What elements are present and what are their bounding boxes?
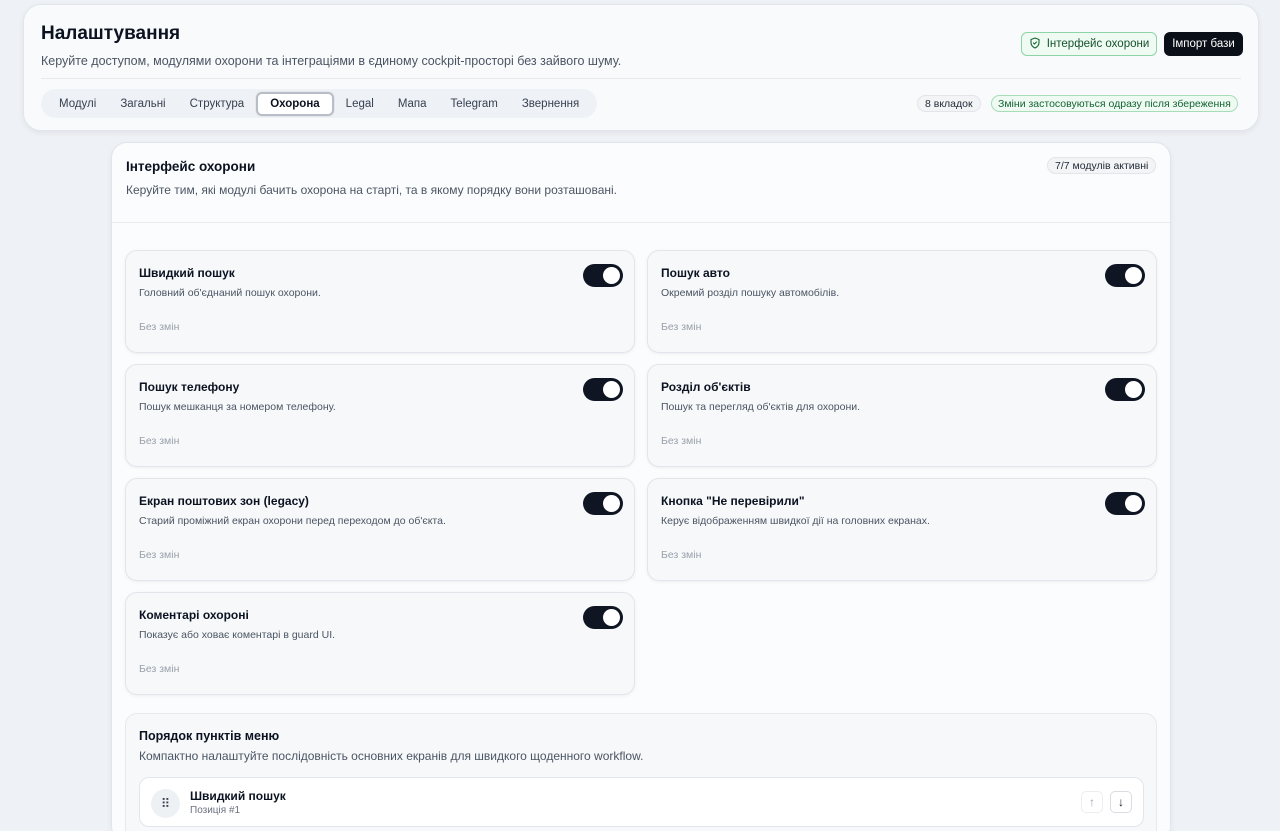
module-card-guard-comments: Коментарі охороні Показує або ховає коме…: [125, 592, 635, 695]
section-divider: [112, 222, 1170, 223]
module-title: Швидкий пошук: [139, 266, 235, 280]
module-status: Без змін: [139, 321, 180, 333]
module-description: Окремий розділ пошуку автомобілів.: [661, 287, 840, 299]
guard-interface-label: Інтерфейс охорони: [1046, 38, 1150, 50]
module-title: Пошук телефону: [139, 380, 240, 394]
menu-item-title: Швидкий пошук: [190, 789, 286, 803]
module-toggle[interactable]: [583, 606, 623, 629]
module-toggle[interactable]: [583, 378, 623, 401]
module-card-objects: Розділ об'єктів Пошук та перегляд об'єкт…: [647, 364, 1157, 467]
module-card-not-checked: Кнопка "Не перевірили" Керує відображенн…: [647, 478, 1157, 581]
guard-interface-button[interactable]: Інтерфейс охорони: [1021, 32, 1157, 56]
apply-note-badge: Зміни застосовуються одразу після збереж…: [991, 95, 1238, 112]
module-status: Без змін: [661, 435, 702, 447]
guard-interface-section: Інтерфейс охорони Керуйте тим, які модул…: [111, 142, 1171, 831]
move-up-button[interactable]: ↑: [1081, 791, 1103, 813]
module-card-postal-zones: Екран поштових зон (legacy) Старий промі…: [125, 478, 635, 581]
module-title: Коментарі охороні: [139, 608, 249, 622]
tab-guard[interactable]: Охорона: [256, 91, 334, 116]
toggle-knob: [1125, 381, 1142, 398]
page-subtitle: Керуйте доступом, модулями охорони та ін…: [41, 54, 622, 68]
tab-legal[interactable]: Legal: [334, 92, 386, 116]
shield-check-icon: [1029, 36, 1041, 52]
tab-requests[interactable]: Звернення: [510, 92, 591, 116]
module-status: Без змін: [139, 663, 180, 675]
toggle-knob: [1125, 267, 1142, 284]
module-title: Кнопка "Не перевірили": [661, 494, 805, 508]
module-toggle[interactable]: [1105, 378, 1145, 401]
toggle-knob: [603, 609, 620, 626]
module-description: Старий проміжний екран охорони перед пер…: [139, 515, 446, 527]
module-card-quick-search: Швидкий пошук Головний об'єднаний пошук …: [125, 250, 635, 353]
menu-item-position: Позиція #1: [190, 805, 241, 816]
tab-modules[interactable]: Модулі: [47, 92, 108, 116]
settings-tabs: Модулі Загальні Структура Охорона Legal …: [41, 89, 598, 118]
module-status: Без змін: [661, 321, 702, 333]
toggle-knob: [603, 381, 620, 398]
module-title: Екран поштових зон (legacy): [139, 494, 309, 508]
toggle-knob: [603, 267, 620, 284]
module-toggle[interactable]: [583, 264, 623, 287]
import-base-button[interactable]: Імпорт бази: [1164, 32, 1243, 56]
section-description: Керуйте тим, які модулі бачить охорона н…: [126, 183, 618, 197]
active-modules-badge: 7/7 модулів активні: [1047, 157, 1157, 174]
section-title: Інтерфейс охорони: [126, 159, 256, 174]
module-card-phone-search: Пошук телефону Пошук мешканця за номером…: [125, 364, 635, 467]
module-title: Пошук авто: [661, 266, 730, 280]
page-title: Налаштування: [41, 23, 181, 44]
module-toggle[interactable]: [1105, 264, 1145, 287]
module-toggle[interactable]: [1105, 492, 1145, 515]
toggle-knob: [1125, 495, 1142, 512]
tabs-count-badge: 8 вкладок: [917, 95, 981, 112]
module-description: Пошук мешканця за номером телефону.: [139, 401, 336, 413]
arrow-up-icon: ↑: [1089, 795, 1095, 809]
module-status: Без змін: [661, 549, 702, 561]
menu-order-section: Порядок пунктів меню Компактно налаштуйт…: [125, 713, 1157, 831]
tab-telegram[interactable]: Telegram: [439, 92, 510, 116]
menu-order-title: Порядок пунктів меню: [139, 729, 280, 743]
module-description: Пошук та перегляд об'єктів для охорони.: [661, 401, 861, 413]
tab-map[interactable]: Мапа: [386, 92, 439, 116]
module-title: Розділ об'єктів: [661, 380, 751, 394]
tab-general[interactable]: Загальні: [108, 92, 177, 116]
settings-header: Налаштування Керуйте доступом, модулями …: [23, 4, 1259, 131]
header-divider: [41, 78, 1241, 79]
module-description: Показує або ховає коментарі в guard UI.: [139, 629, 336, 641]
toggle-knob: [603, 495, 620, 512]
module-description: Керує відображенням швидкої дії на голов…: [661, 515, 930, 527]
menu-order-description: Компактно налаштуйте послідовність основ…: [139, 749, 644, 763]
menu-order-item: ⠿ Швидкий пошук Позиція #1 ↑ ↓: [139, 777, 1144, 827]
module-card-car-search: Пошук авто Окремий розділ пошуку автомоб…: [647, 250, 1157, 353]
module-toggle[interactable]: [583, 492, 623, 515]
module-status: Без змін: [139, 549, 180, 561]
drag-handle-icon[interactable]: ⠿: [151, 789, 180, 818]
module-status: Без змін: [139, 435, 180, 447]
tab-structure[interactable]: Структура: [178, 92, 257, 116]
module-description: Головний об'єднаний пошук охорони.: [139, 287, 321, 299]
arrow-down-icon: ↓: [1118, 795, 1124, 809]
move-down-button[interactable]: ↓: [1110, 791, 1132, 813]
